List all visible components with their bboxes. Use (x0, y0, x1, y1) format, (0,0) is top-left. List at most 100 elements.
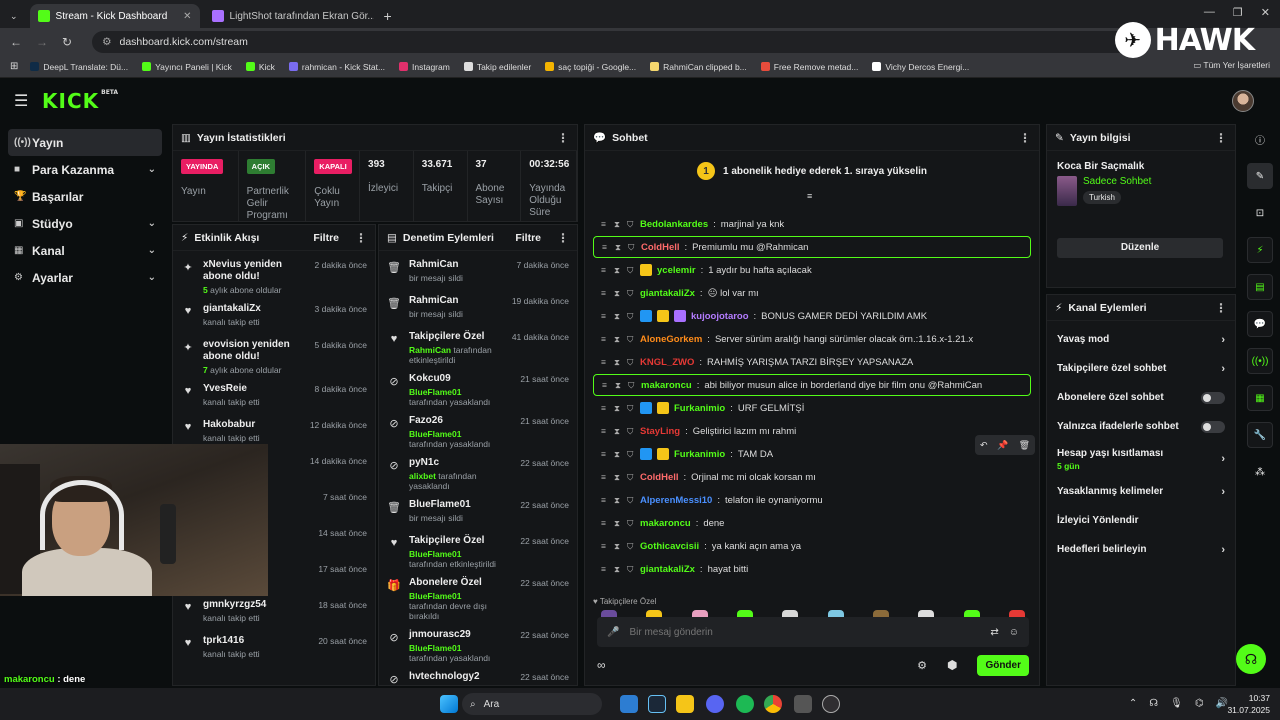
pinned-message[interactable]: 1 1 abonelik hediye ederek 1. sıraya yük… (585, 151, 1039, 191)
moderation-more-icon[interactable]: ⋮ (557, 231, 569, 245)
category-name[interactable]: Sadece Sohbet (1083, 176, 1151, 187)
timeout-icon[interactable]: ⧗ (614, 334, 622, 345)
chat-rail-icon[interactable]: 💬 (1247, 311, 1273, 337)
message-menu-icon[interactable]: ≡ (601, 219, 609, 229)
reload-icon[interactable]: ↻ (62, 35, 72, 49)
timeout-icon[interactable]: ⧗ (614, 426, 622, 437)
bookmark-item[interactable]: Yayıncı Paneli | Kick (142, 62, 232, 72)
chat-username[interactable]: Furkanimio (674, 403, 725, 414)
chevron-down-icon[interactable]: ⌄ (148, 218, 156, 229)
volume-icon[interactable]: 🔊 (1216, 698, 1228, 709)
chat-message[interactable]: ≡ ⧗ ⛉ Gothicavcisii: ya kanki açın ama ya (593, 535, 1031, 557)
chat-message[interactable]: ≡ ⧗ ⛉ ColdHell: Premiumlu mu @Rahmican (593, 236, 1031, 258)
list-item[interactable]: ♥ Takipçilere Özel RahmiCan tarafından etk… (379, 327, 577, 369)
shield-icon[interactable]: ⛉ (627, 219, 635, 230)
chat-username[interactable]: Gothicavcisii (640, 541, 699, 552)
tray-mic-icon[interactable]: 🎙 (1170, 698, 1183, 709)
channel-action-row[interactable]: Yavaş mod › (1047, 325, 1235, 354)
list-item[interactable]: ⊘ Fazo26 BlueFlame01 tarafından yasaklandı… (379, 411, 577, 453)
chat-message[interactable]: ≡ ⧗ ⛉ ycelemir:1 aydır bu hafta açılacak (593, 259, 1031, 281)
infinity-icon[interactable]: ∞ (597, 658, 606, 672)
nav-item-5[interactable]: ⚙ Ayarlar ⌄ (8, 264, 162, 291)
taskbar-search[interactable]: ⌕ Ara (462, 693, 602, 715)
tray-chevron-icon[interactable]: ⌃ (1129, 698, 1137, 709)
tab-list-icon[interactable]: ⌄ (0, 11, 26, 28)
chat-username[interactable]: StayLing (640, 426, 680, 437)
chevron-right-icon[interactable]: › (1221, 334, 1225, 346)
chat-more-icon[interactable]: ⋮ (1019, 131, 1031, 145)
message-menu-icon[interactable]: ≡ (601, 357, 609, 367)
activity-filter-button[interactable]: Filtre (313, 232, 339, 244)
timeout-icon[interactable]: ⧗ (615, 380, 623, 391)
new-tab-icon[interactable]: + (374, 8, 402, 28)
timeout-icon[interactable]: ⧗ (614, 219, 622, 230)
edit-button[interactable]: Düzenle (1057, 238, 1223, 258)
translate-icon[interactable]: ⇄ (990, 627, 998, 638)
chat-message[interactable]: ≡ ⧗ ⛉ Furkanimio: TAM DA (593, 443, 1031, 465)
nav-item-1[interactable]: ■ Para Kazanma ⌄ (8, 156, 162, 183)
kick-logo[interactable]: KICK BETA (42, 89, 118, 113)
bookmark-item[interactable]: saç topiği - Google... (545, 62, 636, 72)
timeout-icon[interactable]: ⧗ (614, 518, 622, 529)
message-menu-icon[interactable]: ≡ (601, 426, 609, 436)
emoji-icon[interactable]: ☺ (1009, 627, 1019, 638)
share-icon[interactable]: ⁂ (1247, 459, 1273, 485)
channel-action-row[interactable]: Yalnızca ifadelerle sohbet (1047, 412, 1235, 441)
nav-item-0[interactable]: ((•)) Yayın (8, 129, 162, 156)
chat-username[interactable]: ColdHell (640, 472, 679, 483)
chevron-right-icon[interactable]: › (1221, 453, 1225, 465)
explorer-app-icon[interactable] (676, 695, 694, 713)
list-item[interactable]: ⊘ jnmourasc29 BlueFlame01 tarafından yasak… (379, 625, 577, 667)
shield-icon[interactable]: ⛉ (627, 311, 635, 322)
message-menu-icon[interactable]: ≡ (601, 265, 609, 275)
chat-username[interactable]: makaroncu (641, 380, 692, 391)
broadcast-icon[interactable]: ((•)) (1247, 348, 1273, 374)
toggle-switch[interactable] (1201, 391, 1225, 404)
chat-username[interactable]: Furkanimio (674, 449, 725, 460)
shield-icon[interactable]: ⛉ (628, 242, 636, 253)
stream-info-more-icon[interactable]: ⋮ (1215, 131, 1227, 145)
message-menu-icon[interactable]: ≡ (601, 472, 609, 482)
timeout-icon[interactable]: ⧗ (614, 495, 622, 506)
maximize-icon[interactable]: ❐ (1233, 6, 1243, 19)
bookmark-item[interactable]: Vichy Dercos Energi... (872, 62, 969, 72)
browser-tab[interactable]: LightShot tarafından Ekran Gör...✕ (204, 4, 374, 28)
shield-icon[interactable]: ⛉ (628, 380, 636, 391)
all-bookmarks[interactable]: ▭ Tüm Yer İşaretleri (1193, 60, 1270, 71)
nav-item-4[interactable]: ▦ Kanal ⌄ (8, 237, 162, 264)
apps-icon[interactable]: ⊞ (10, 61, 18, 72)
list-item[interactable]: ✦ evovision yeniden abone oldu! 7 aylık ab… (173, 335, 375, 379)
timeout-icon[interactable]: ⧗ (614, 311, 622, 322)
pin-icon[interactable]: 📌 (997, 440, 1008, 451)
message-menu-icon[interactable]: ≡ (602, 380, 610, 390)
reply-icon[interactable]: ↶ (980, 440, 988, 451)
list-item[interactable]: ♥ giantakaliZx kanalı takip etti 3 dakika ö… (173, 299, 375, 335)
chat-message-input[interactable] (629, 626, 981, 638)
forward-icon[interactable]: → (36, 35, 48, 49)
info-icon[interactable]: ⓘ (1247, 126, 1273, 152)
chat-message[interactable]: ≡ ⧗ ⛉ ColdHell: Orjinal mc mi olcak korsan m… (593, 466, 1031, 488)
timeout-icon[interactable]: ⧗ (614, 449, 622, 460)
document-icon[interactable]: ▤ (1247, 274, 1273, 300)
wrench-icon[interactable]: 🔧 (1247, 422, 1273, 448)
network-icon[interactable]: ⌬ (1195, 698, 1204, 709)
timeout-icon[interactable]: ⧗ (614, 541, 622, 552)
lightning-rail-icon[interactable]: ⚡ (1247, 237, 1273, 263)
chat-message[interactable]: ≡ ⧗ ⛉ Furkanimio: URF GELMİTŞİ (593, 397, 1031, 419)
message-menu-icon[interactable]: ≡ (601, 403, 609, 413)
chevron-right-icon[interactable]: › (1221, 363, 1225, 375)
message-menu-icon[interactable]: ≡ (601, 518, 609, 528)
list-item[interactable]: ♥ tprk1416 kanalı takip etti 20 saat önce (173, 631, 375, 667)
shield-icon[interactable]: ⛉ (627, 564, 635, 575)
message-menu-icon[interactable]: ≡ (601, 564, 609, 574)
chat-message[interactable]: ≡ ⧗ ⛉ KNGL_ZWO: RAHMİŞ YARIŞMA TARZI BİRŞEY … (593, 351, 1031, 373)
chrome-app-icon[interactable] (764, 695, 782, 713)
list-item[interactable]: ♥ gmnkyrzgz54 kanalı takip etti 18 saat önc… (173, 595, 375, 631)
shield-icon[interactable]: ⛉ (627, 403, 635, 414)
message-menu-icon[interactable]: ≡ (601, 334, 609, 344)
bookmark-item[interactable]: Kick (245, 62, 275, 72)
target-icon[interactable]: ⊡ (1247, 200, 1273, 226)
message-menu-icon[interactable]: ≡ (601, 541, 609, 551)
photos-app-icon[interactable] (620, 695, 638, 713)
pin-collapse-icon[interactable]: ≡ (807, 191, 812, 201)
